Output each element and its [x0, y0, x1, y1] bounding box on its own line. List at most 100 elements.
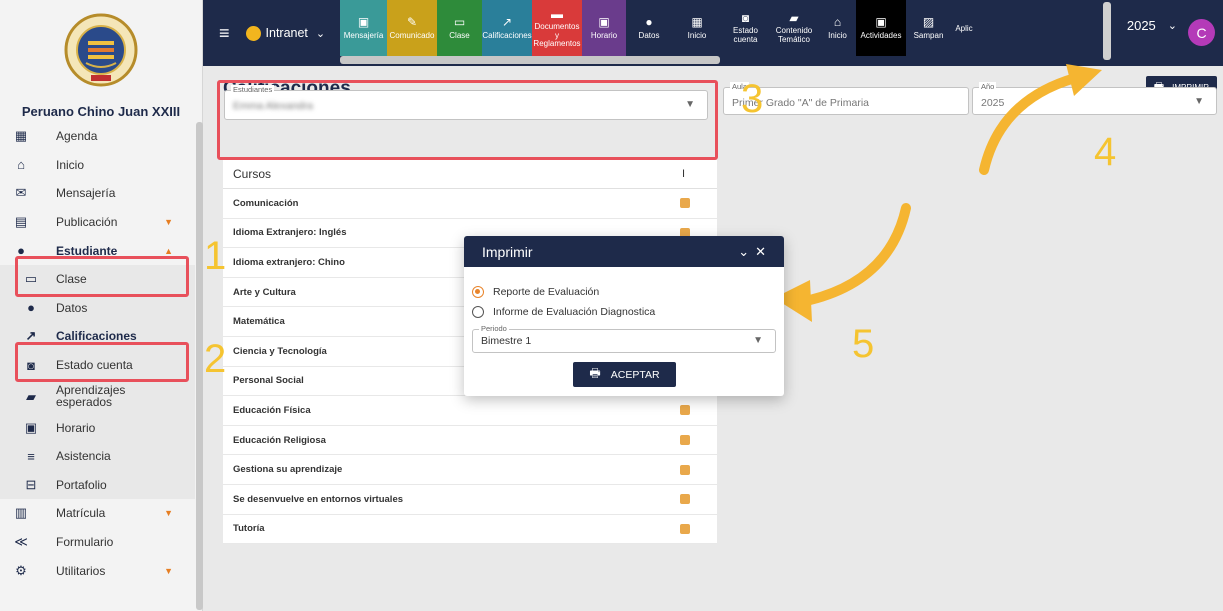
- book-icon: ▰: [26, 388, 36, 404]
- module-bar-scrollbar[interactable]: [340, 56, 720, 64]
- courses-header: Cursos I: [223, 160, 717, 189]
- intranet-dot-icon: [245, 25, 261, 41]
- year-selector[interactable]: 2025 ⌄: [1127, 18, 1177, 33]
- module-documentos[interactable]: ▬ Documentos y Reglamentos: [532, 0, 582, 56]
- chevron-down-icon: ▼: [164, 217, 173, 228]
- module-clase[interactable]: ▭ Clase: [437, 0, 482, 56]
- radio-checked-icon: [472, 286, 484, 298]
- briefcase-icon: ⊟: [25, 476, 37, 492]
- person-icon: ●: [645, 15, 653, 29]
- printer-icon: 🖶: [589, 366, 601, 380]
- table-row: Comunicación: [223, 189, 717, 219]
- step-number-1: 1: [204, 234, 227, 278]
- person-icon: ●: [27, 300, 35, 316]
- chevron-down-icon: ⌄: [315, 27, 326, 40]
- message-icon: ✉: [15, 185, 27, 201]
- sidebar-item-formulario[interactable]: ≪ Formulario: [0, 528, 195, 557]
- sidebar-item-portafolio[interactable]: ⊟ Portafolio: [0, 470, 195, 500]
- chart-icon: ↗: [501, 15, 513, 29]
- enroll-icon: ▥: [14, 505, 28, 521]
- radio-reporte-evaluacion[interactable]: Reporte de Evaluación: [472, 286, 599, 298]
- sidebar-scrollbar[interactable]: [196, 122, 203, 610]
- sidebar-item-horario[interactable]: ▣ Horario: [0, 413, 195, 442]
- sidebar-item-utilitarios[interactable]: ⚙ Utilitarios ▼: [0, 556, 195, 585]
- module-horario[interactable]: ▣ Horario: [582, 0, 626, 56]
- tools-icon: ⚙: [15, 562, 27, 578]
- module-sampan[interactable]: ▨ Sampan: [906, 0, 951, 56]
- schedule-icon: ▣: [24, 419, 38, 435]
- module-datos[interactable]: ● Datos: [626, 0, 672, 56]
- print-dialog: Imprimir ⌄✕ Reporte de Evaluación Inform…: [464, 236, 784, 396]
- table-row: Educación Religiosa: [223, 426, 717, 456]
- radio-unchecked-icon: [472, 306, 484, 318]
- module-comunicado[interactable]: ✎ Comunicado: [387, 0, 437, 56]
- period-select[interactable]: Periodo Bimestre 1 ▼: [472, 324, 776, 353]
- module-vertical-scrollbar[interactable]: [1103, 2, 1111, 60]
- grade-icon[interactable]: [680, 405, 690, 416]
- sidebar-item-aprendizajes[interactable]: ▰ Aprendizajes esperados: [0, 379, 195, 414]
- sidebar-item-agenda[interactable]: ▦ Agenda: [0, 122, 195, 151]
- accept-button[interactable]: 🖶 ACEPTAR: [573, 362, 676, 387]
- module-aplic[interactable]: Aplic: [951, 0, 977, 56]
- step-number-2: 2: [204, 337, 227, 381]
- chevron-down-icon: ⌄: [1167, 20, 1177, 32]
- arrow-to-modal-icon: [774, 203, 911, 322]
- message-icon: ▣: [357, 15, 370, 29]
- grade-icon[interactable]: [680, 464, 690, 475]
- home-icon: ⌂: [833, 15, 842, 29]
- chevron-down-icon: ▼: [753, 335, 763, 346]
- money-icon: ◙: [741, 10, 750, 25]
- module-actividades[interactable]: ▣ Actividades: [856, 0, 906, 56]
- book-icon: ▰: [789, 10, 799, 25]
- highlight-calificaciones: [15, 342, 189, 382]
- chevron-up-icon: ▲: [164, 245, 173, 256]
- module-calificaciones[interactable]: ↗ Calificaciones: [482, 0, 532, 56]
- chevron-down-icon: ▼: [1194, 96, 1204, 107]
- collapse-icon[interactable]: ⌄: [738, 244, 755, 259]
- sidebar-item-publicacion[interactable]: ▤ Publicación ▼: [0, 208, 195, 237]
- module-mensajeria[interactable]: ▣ Mensajería: [340, 0, 387, 56]
- step-number-3: 3: [741, 77, 764, 121]
- sidebar: Peruano Chino Juan XXIII ▦ Agenda ⌂ Inicio…: [0, 0, 203, 611]
- module-inicio-2[interactable]: ⌂ Inicio: [819, 0, 856, 56]
- sidebar-item-asistencia[interactable]: ≡ Asistencia: [0, 441, 195, 471]
- calendar-icon: ▦: [691, 15, 703, 29]
- highlight-students-field: [217, 80, 718, 160]
- calendar-plus-icon: ▣: [875, 15, 887, 29]
- schedule-icon: ▣: [598, 15, 610, 29]
- sidebar-item-mensajeria[interactable]: ✉ Mensajería: [0, 179, 195, 208]
- avatar[interactable]: C: [1188, 19, 1215, 46]
- chevron-down-icon: ▼: [164, 508, 173, 519]
- module-inicio[interactable]: ▦ Inicio: [672, 0, 722, 56]
- radio-informe-diagnostica[interactable]: Informe de Evaluación Diagnostica: [472, 306, 655, 318]
- chevron-down-icon: ▼: [164, 565, 173, 576]
- sidebar-item-inicio[interactable]: ⌂ Inicio: [0, 151, 195, 180]
- monitor-icon: ▭: [453, 15, 466, 29]
- folder-icon: ▬: [551, 6, 563, 21]
- hamburger-menu-icon[interactable]: ≡: [219, 23, 230, 44]
- app-selector[interactable]: Intranet ⌄: [245, 25, 326, 41]
- grade-icon[interactable]: [680, 198, 690, 209]
- highlight-estudiante: [15, 256, 189, 297]
- list-icon: ≡: [27, 448, 35, 464]
- table-row: Educación Física: [223, 396, 717, 426]
- table-row: Tutoría: [223, 515, 717, 545]
- form-icon: ≪: [14, 534, 28, 550]
- table-row: Se desenvuelve en entornos virtuales: [223, 485, 717, 515]
- grade-icon[interactable]: [680, 523, 690, 534]
- grade-icon[interactable]: [680, 435, 690, 446]
- top-bar: ≡ Intranet ⌄ ▣ Mensajería ✎ Comunicado ▭ Cl…: [203, 0, 1223, 66]
- sidebar-item-datos[interactable]: ● Datos: [0, 293, 195, 323]
- module-contenido-tematico[interactable]: ▰ Contenido Temático: [769, 0, 819, 56]
- school-name: Peruano Chino Juan XXIII: [21, 104, 181, 119]
- school-logo: [0, 0, 202, 100]
- close-icon[interactable]: ✕: [755, 244, 772, 259]
- dialog-header: Imprimir ⌄✕: [464, 236, 784, 267]
- calendar-icon: ▦: [14, 128, 28, 144]
- image-icon: ▨: [922, 15, 935, 29]
- grade-icon[interactable]: [680, 494, 690, 505]
- module-estado-cuenta[interactable]: ◙ Estado cuenta: [722, 0, 769, 56]
- sidebar-item-matricula[interactable]: ▥ Matrícula ▼: [0, 499, 195, 528]
- arrow-to-print-icon: [979, 64, 1102, 175]
- table-row: Gestiona su aprendizaje: [223, 455, 717, 485]
